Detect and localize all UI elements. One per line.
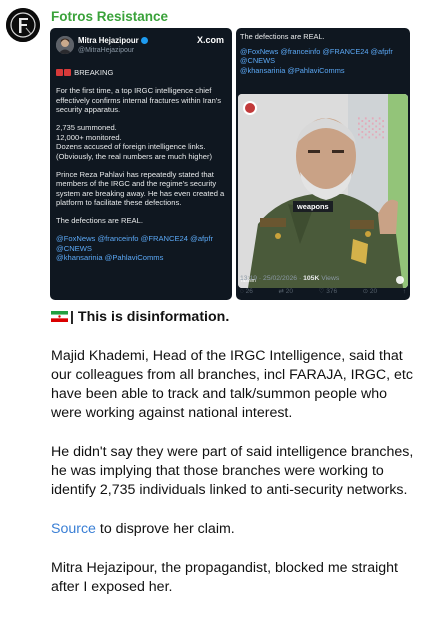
tweet-timestamp: 13:19 · 25/02/2026 · xyxy=(240,275,302,282)
message-paragraph-2: He didn't say they were part of said int… xyxy=(51,444,414,498)
mentions-line-3: @khansarinia @PahlaviComms xyxy=(240,65,345,75)
author-avatar xyxy=(56,36,74,54)
siren-icon xyxy=(56,69,63,76)
tweet-line: The defections are REAL. xyxy=(240,32,325,41)
channel-name[interactable]: Fotros Resistance xyxy=(51,9,168,24)
heading-text: | This is disinformation. xyxy=(70,309,230,325)
stat-monitored: 12,000+ monitored. xyxy=(56,132,122,142)
stat-note: (Obviously, the real numbers are much hi… xyxy=(56,151,213,161)
message-heading: | This is disinformation. xyxy=(51,308,417,327)
mentions-line-3: @khansarinia @PahlaviComms xyxy=(56,253,164,262)
tweet-screenshot-left[interactable]: Mitra Hejazipour @MitraHejazipour X.com … xyxy=(50,28,232,300)
iran-flag-icon xyxy=(51,311,68,322)
like-action: ♡ 376 xyxy=(318,288,338,295)
video-thumbnail[interactable]: ░░ weapons Tasnim xyxy=(238,94,408,288)
retweet-action: ⇄ 20 xyxy=(278,288,293,295)
tweet-meta: 13:19 · 25/02/2026 · 105K Views xyxy=(240,274,339,283)
mentions-line-1: @FoxNews @franceinfo @FRANCE24 @afpfr xyxy=(240,47,393,57)
tweet-text-top: The defections are REAL. @FoxNews @franc… xyxy=(240,32,406,81)
channel-logo-icon xyxy=(6,8,40,42)
message-paragraph-3: Mitra Hejazipour, the propagandist, bloc… xyxy=(51,560,398,595)
video-caption: weapons xyxy=(293,201,333,213)
mentions-line-1: @FoxNews @franceinfo @FRANCE24 @afpfr xyxy=(56,234,214,243)
share-action: ↑ xyxy=(402,288,406,295)
stat-summoned: 2,735 summoned. xyxy=(56,123,117,132)
reply-action: ◌ 26 xyxy=(240,288,253,295)
breaking-line: BREAKING xyxy=(56,68,228,78)
verified-badge-icon xyxy=(140,37,148,44)
tweet-author-name: Mitra Hejazipour xyxy=(78,36,148,46)
siren-icon xyxy=(64,69,71,76)
mentions-line-2: @CNEWS xyxy=(240,56,276,66)
platform-label: X.com xyxy=(196,35,224,45)
tweet-body: BREAKING For the first time, a top IRGC … xyxy=(56,68,228,271)
tweet-mentions: @FoxNews @franceinfo @FRANCE24 @afpfr @C… xyxy=(240,47,406,75)
breaking-label: BREAKING xyxy=(74,68,114,77)
tweet-actions: ◌ 26 ⇄ 20 ♡ 376 ⊙ 20 ↑ xyxy=(240,287,406,296)
tweet-screenshot-right[interactable]: The defections are REAL. @FoxNews @franc… xyxy=(236,28,410,300)
tweet-paragraph-3: Prince Reza Pahlavi has repeatedly state… xyxy=(56,169,225,208)
tweet-paragraph-1: For the first time, a top IRGC intellige… xyxy=(56,86,222,114)
tweet-paragraph-4: The defections are REAL. xyxy=(56,216,143,225)
message-text: | This is disinformation. Majid Khademi,… xyxy=(51,308,417,597)
message-paragraph-1: Majid Khademi, Head of the IRGC Intellig… xyxy=(51,348,413,421)
tweet-views-label: Views xyxy=(321,275,340,282)
video-frame-image: ░░ xyxy=(238,94,408,288)
tweet-author-handle: @MitraHejazipour xyxy=(78,47,135,54)
stat-accused: Dozens accused of foreign intelligence l… xyxy=(56,142,206,151)
channel-avatar[interactable] xyxy=(6,8,40,42)
source-link[interactable]: Source xyxy=(51,521,96,537)
mentions-line-2: @CNEWS xyxy=(56,243,92,253)
tweet-mentions: @FoxNews @franceinfo @FRANCE24 @afpfr @C… xyxy=(56,234,228,263)
tweet-views-count: 105K xyxy=(303,275,320,282)
bookmark-action: ⊙ 20 xyxy=(362,288,378,295)
tweet-paragraph-2: 2,735 summoned. 12,000+ monitored. Dozen… xyxy=(56,123,228,161)
source-rest-text: to disprove her claim. xyxy=(95,521,235,537)
svg-text:░░: ░░ xyxy=(358,117,386,139)
message-source-line: Source to disprove her claim. xyxy=(51,520,417,539)
